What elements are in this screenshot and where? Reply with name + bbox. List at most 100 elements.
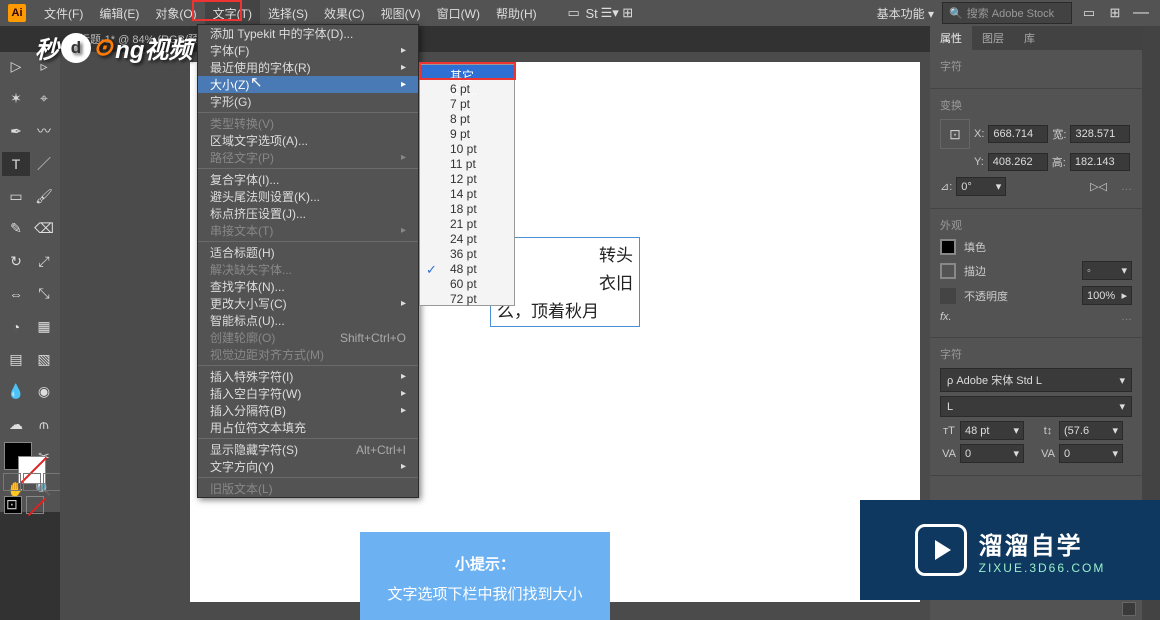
menu-view[interactable]: 视图(V) xyxy=(373,0,429,26)
free-transform-tool[interactable]: ⤡ xyxy=(30,282,58,306)
stroke-mode-icon[interactable] xyxy=(26,496,44,514)
menu-item[interactable]: 插入特殊字符(I)▸ xyxy=(198,368,418,385)
rotate-tool[interactable]: ↻ xyxy=(2,249,30,273)
menu-item[interactable]: 避头尾法则设置(K)... xyxy=(198,188,418,205)
menu-item[interactable]: 标点挤压设置(J)... xyxy=(198,205,418,222)
type-tool[interactable]: T xyxy=(2,152,30,176)
screen-mode-icon[interactable]: ⊡ xyxy=(6,496,18,513)
toolbar-icon[interactable]: ▭ xyxy=(565,4,583,22)
menu-item[interactable]: 复合字体(I)... xyxy=(198,171,418,188)
size-option[interactable]: 10 pt xyxy=(420,140,514,155)
pen-tool[interactable]: ✒ xyxy=(2,119,30,143)
size-option[interactable]: 72 pt xyxy=(420,290,514,305)
menu-item[interactable]: 字形(G) xyxy=(198,93,418,110)
menu-select[interactable]: 选择(S) xyxy=(260,0,316,26)
x-input[interactable] xyxy=(988,125,1048,143)
font-family-dropdown[interactable]: ρ Adobe 宋体 Std L▾ xyxy=(940,368,1132,392)
mesh-tool[interactable]: ▤ xyxy=(2,347,30,371)
blend-tool[interactable]: ◉ xyxy=(30,380,58,404)
size-option[interactable]: 6 pt xyxy=(420,80,514,95)
magic-wand-tool[interactable]: ✶ xyxy=(2,87,30,111)
shape-builder-tool[interactable]: ◔ xyxy=(2,315,30,339)
opacity-dropdown[interactable]: 100%▸ xyxy=(1082,286,1132,305)
symbol-tool[interactable]: ☁ xyxy=(2,412,30,436)
menu-item[interactable]: 适合标题(H) xyxy=(198,244,418,261)
y-input[interactable] xyxy=(988,153,1048,171)
size-option[interactable]: 12 pt xyxy=(420,170,514,185)
size-option[interactable]: 8 pt xyxy=(420,110,514,125)
arrange-icon[interactable]: ⊞ xyxy=(1106,4,1124,22)
graph-tool[interactable]: ⫙ xyxy=(30,412,58,436)
menu-item[interactable]: 更改大小写(C)▸ xyxy=(198,295,418,312)
kerning-dropdown[interactable]: 0▾ xyxy=(960,444,1024,463)
width-input[interactable] xyxy=(1070,125,1130,143)
menu-item[interactable]: 大小(Z)▸ xyxy=(198,76,418,93)
menu-type[interactable]: 文字(T) xyxy=(205,0,260,26)
size-option[interactable]: 24 pt xyxy=(420,230,514,245)
reference-point-icon[interactable]: ⊡ xyxy=(940,119,970,149)
menu-item[interactable]: 插入空白字符(W)▸ xyxy=(198,385,418,402)
perspective-tool[interactable]: ▦ xyxy=(30,315,58,339)
toolbar-icon[interactable]: St xyxy=(583,4,601,22)
size-option[interactable]: 14 pt xyxy=(420,185,514,200)
stroke-swatch-icon[interactable] xyxy=(940,263,956,279)
draw-mode-icons[interactable] xyxy=(2,472,62,492)
size-option[interactable]: 7 pt xyxy=(420,95,514,110)
menu-edit[interactable]: 编辑(E) xyxy=(91,0,147,26)
size-option[interactable]: 36 pt xyxy=(420,245,514,260)
tab-layers[interactable]: 图层 xyxy=(972,26,1014,50)
search-input[interactable]: 🔍搜索 Adobe Stock xyxy=(942,2,1072,24)
menu-item[interactable]: 智能标点(U)... xyxy=(198,312,418,329)
eraser-tool[interactable]: ⌫ xyxy=(30,217,58,241)
scale-tool[interactable]: ⤢ xyxy=(30,249,58,273)
menu-item[interactable]: 查找字体(N)... xyxy=(198,278,418,295)
toolbar-icon[interactable]: ⊞ xyxy=(619,4,637,22)
menu-item[interactable]: 文字方向(Y)▸ xyxy=(198,458,418,475)
size-option[interactable]: 11 pt xyxy=(420,155,514,170)
size-option[interactable]: 18 pt xyxy=(420,200,514,215)
tracking-dropdown[interactable]: 0▾ xyxy=(1059,444,1123,463)
height-input[interactable] xyxy=(1070,153,1130,171)
tab-library[interactable]: 库 xyxy=(1014,26,1045,50)
menu-object[interactable]: 对象(O) xyxy=(147,0,204,26)
width-tool[interactable]: ⇔ xyxy=(2,282,30,306)
selection-tool[interactable]: ▷ xyxy=(2,54,30,78)
fx-icon[interactable]: fx. xyxy=(940,311,952,323)
angle-dropdown[interactable]: 0°▾ xyxy=(956,177,1006,196)
arrange-icon[interactable]: ▭ xyxy=(1080,4,1098,22)
menu-item[interactable]: 最近使用的字体(R)▸ xyxy=(198,59,418,76)
menu-item[interactable]: 插入分隔符(B)▸ xyxy=(198,402,418,419)
curvature-tool[interactable]: 〰 xyxy=(30,119,58,143)
toolbar-icon[interactable]: ☰▾ xyxy=(601,4,619,22)
menu-file[interactable]: 文件(F) xyxy=(36,0,91,26)
menu-item[interactable]: 区域文字选项(A)... xyxy=(198,132,418,149)
brush-tool[interactable]: 🖌 xyxy=(30,184,58,208)
size-option[interactable]: 21 pt xyxy=(420,215,514,230)
shaper-tool[interactable]: ✎ xyxy=(2,217,30,241)
menu-item[interactable]: 显示隐藏字符(S)Alt+Ctrl+I xyxy=(198,441,418,458)
size-option[interactable]: 9 pt xyxy=(420,125,514,140)
leading-dropdown[interactable]: (57.6▾ xyxy=(1059,421,1123,440)
workspace-switcher[interactable]: 基本功能 ▾ xyxy=(877,5,934,22)
rectangle-tool[interactable]: ▭ xyxy=(2,184,30,208)
menu-item[interactable]: 添加 Typekit 中的字体(D)... xyxy=(198,25,418,42)
fill-swatch-icon[interactable] xyxy=(940,239,956,255)
close-icon[interactable]: — xyxy=(1132,4,1150,22)
tab-properties[interactable]: 属性 xyxy=(930,26,972,50)
resize-handle[interactable] xyxy=(1122,602,1136,616)
menu-effect[interactable]: 效果(C) xyxy=(316,0,373,26)
stroke-width-dropdown[interactable]: ◦▾ xyxy=(1082,261,1132,280)
flip-icon[interactable]: ▷◁ xyxy=(1090,180,1107,193)
size-option[interactable]: 其它(O)... xyxy=(420,65,514,80)
font-weight-dropdown[interactable]: L▾ xyxy=(940,396,1132,417)
menu-window[interactable]: 窗口(W) xyxy=(429,0,488,26)
size-option[interactable]: ✓48 pt xyxy=(420,260,514,275)
menu-help[interactable]: 帮助(H) xyxy=(488,0,545,26)
gradient-tool[interactable]: ▧ xyxy=(30,347,58,371)
menu-item[interactable]: 字体(F)▸ xyxy=(198,42,418,59)
menu-item[interactable]: 用占位符文本填充 xyxy=(198,419,418,436)
line-tool[interactable]: ／ xyxy=(30,152,58,176)
lasso-tool[interactable]: ⌖ xyxy=(30,87,58,111)
size-option[interactable]: 60 pt xyxy=(420,275,514,290)
font-size-dropdown[interactable]: 48 pt▾ xyxy=(960,421,1024,440)
